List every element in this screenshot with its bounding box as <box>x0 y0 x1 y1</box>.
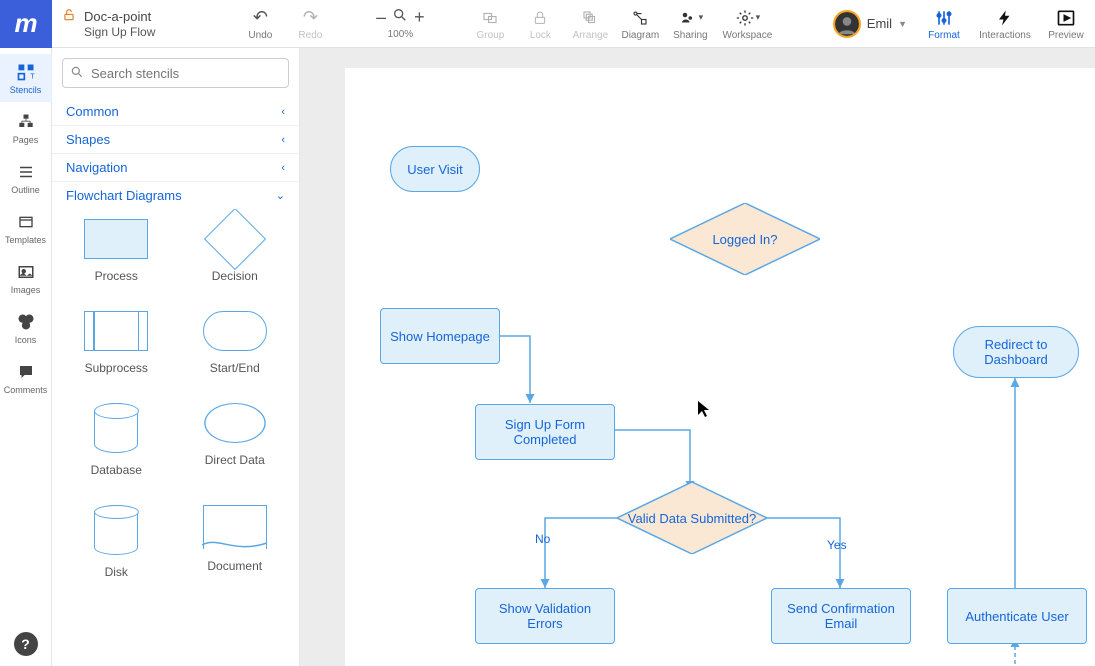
stencil-document[interactable]: Document <box>181 505 290 579</box>
icons-icon <box>15 311 37 333</box>
images-icon <box>15 261 37 283</box>
stencil-subprocess[interactable]: Subprocess <box>62 311 171 375</box>
cursor-icon <box>697 400 711 423</box>
zoom-out-button[interactable]: – <box>376 7 386 28</box>
rail-templates[interactable]: Templates <box>0 204 52 252</box>
chevron-left-icon: ‹ <box>281 162 285 174</box>
startend-shape-icon <box>203 311 267 351</box>
arrange-button[interactable]: Arrange <box>565 0 615 48</box>
file-info: Doc-a-point Sign Up Flow <box>52 8 165 39</box>
magnifier-icon <box>392 7 408 28</box>
group-icon <box>480 7 500 29</box>
document-shape-icon <box>203 505 267 549</box>
chevron-left-icon: ‹ <box>281 106 285 118</box>
stencils-icon: T <box>15 61 37 83</box>
comments-icon <box>16 361 36 383</box>
lock-icon <box>532 7 548 29</box>
node-user-visit[interactable]: User Visit <box>390 146 480 192</box>
canvas[interactable]: User Visit Logged In? Show Homepage Sign… <box>345 68 1095 666</box>
workspace-button[interactable]: ▾ Workspace <box>715 0 779 48</box>
topbar: m Doc-a-point Sign Up Flow ↶ Undo ↷ Redo… <box>0 0 1095 48</box>
process-shape-icon <box>84 219 148 259</box>
svg-text:T: T <box>30 72 35 81</box>
node-show-homepage[interactable]: Show Homepage <box>380 308 500 364</box>
avatar <box>833 10 861 38</box>
category-flowchart[interactable]: Flowchart Diagrams ⌄ <box>52 182 299 209</box>
zoom-control: – + 100% <box>365 7 435 40</box>
node-redirect-dashboard[interactable]: Redirect to Dashboard <box>953 326 1079 378</box>
left-rail: T Stencils Pages Outline Templates Image… <box>0 48 52 666</box>
edge-label-no: No <box>535 532 550 546</box>
rail-stencils[interactable]: T Stencils <box>0 54 52 102</box>
subprocess-shape-icon <box>84 311 148 351</box>
arrange-icon <box>581 7 599 29</box>
redo-icon: ↷ <box>303 7 318 29</box>
play-icon <box>1056 7 1076 29</box>
lock-open-icon <box>62 8 76 25</box>
stencil-panel: Common ‹ Shapes ‹ Navigation ‹ Flowchart… <box>52 48 300 666</box>
templates-icon <box>15 211 37 233</box>
format-icon <box>934 7 954 29</box>
search-input[interactable] <box>62 58 289 88</box>
preview-button[interactable]: Preview <box>1037 0 1095 48</box>
file-title[interactable]: Doc-a-point <box>84 9 151 24</box>
zoom-in-button[interactable]: + <box>414 7 425 28</box>
app-logo[interactable]: m <box>0 0 52 48</box>
stencil-decision[interactable]: Decision <box>181 219 290 283</box>
node-show-errors[interactable]: Show Validation Errors <box>475 588 615 644</box>
user-menu[interactable]: Emil ▼ <box>825 10 915 38</box>
chevron-down-icon: ⌄ <box>276 189 285 202</box>
format-button[interactable]: Format <box>915 0 973 48</box>
sharing-icon: ▾ <box>678 7 704 29</box>
user-name: Emil <box>867 16 892 31</box>
bolt-icon <box>996 7 1014 29</box>
search-icon <box>70 65 84 82</box>
category-shapes[interactable]: Shapes ‹ <box>52 126 299 154</box>
canvas-area[interactable]: User Visit Logged In? Show Homepage Sign… <box>300 48 1095 666</box>
chevron-left-icon: ‹ <box>281 134 285 146</box>
undo-button[interactable]: ↶ Undo <box>235 0 285 48</box>
node-send-confirm[interactable]: Send Confirmation Email <box>771 588 911 644</box>
help-button[interactable]: ? <box>14 632 38 656</box>
chevron-down-icon: ▼ <box>898 19 907 29</box>
node-valid-data[interactable]: Valid Data Submitted? <box>617 482 767 554</box>
node-signup-completed[interactable]: Sign Up Form Completed <box>475 404 615 460</box>
redo-button[interactable]: ↷ Redo <box>285 0 335 48</box>
rail-outline[interactable]: Outline <box>0 154 52 202</box>
diagram-icon <box>630 7 650 29</box>
stencil-process[interactable]: Process <box>62 219 171 283</box>
zoom-value[interactable]: 100% <box>388 29 414 40</box>
rail-comments[interactable]: Comments <box>0 354 52 402</box>
group-button[interactable]: Group <box>465 0 515 48</box>
rail-pages[interactable]: Pages <box>0 104 52 152</box>
interactions-button[interactable]: Interactions <box>973 0 1037 48</box>
sharing-button[interactable]: ▾ Sharing <box>665 0 715 48</box>
undo-icon: ↶ <box>253 7 268 29</box>
directdata-shape-icon <box>204 403 266 443</box>
file-subtitle[interactable]: Sign Up Flow <box>84 25 155 39</box>
outline-icon <box>16 161 36 183</box>
diagram-button[interactable]: Diagram <box>615 0 665 48</box>
category-common[interactable]: Common ‹ <box>52 98 299 126</box>
lock-button[interactable]: Lock <box>515 0 565 48</box>
database-shape-icon <box>94 403 138 453</box>
rail-icons[interactable]: Icons <box>0 304 52 352</box>
stencil-database[interactable]: Database <box>62 403 171 477</box>
node-authenticate-user[interactable]: Authenticate User <box>947 588 1087 644</box>
stencil-disk[interactable]: Disk <box>62 505 171 579</box>
stencil-startend[interactable]: Start/End <box>181 311 290 375</box>
pages-icon <box>15 111 37 133</box>
category-navigation[interactable]: Navigation ‹ <box>52 154 299 182</box>
decision-shape-icon <box>204 209 266 270</box>
edge-label-yes: Yes <box>827 538 847 552</box>
rail-images[interactable]: Images <box>0 254 52 302</box>
workspace-icon: ▾ <box>735 7 761 29</box>
stencil-directdata[interactable]: Direct Data <box>181 403 290 477</box>
node-logged-in[interactable]: Logged In? <box>670 203 820 275</box>
disk-shape-icon <box>94 505 138 555</box>
